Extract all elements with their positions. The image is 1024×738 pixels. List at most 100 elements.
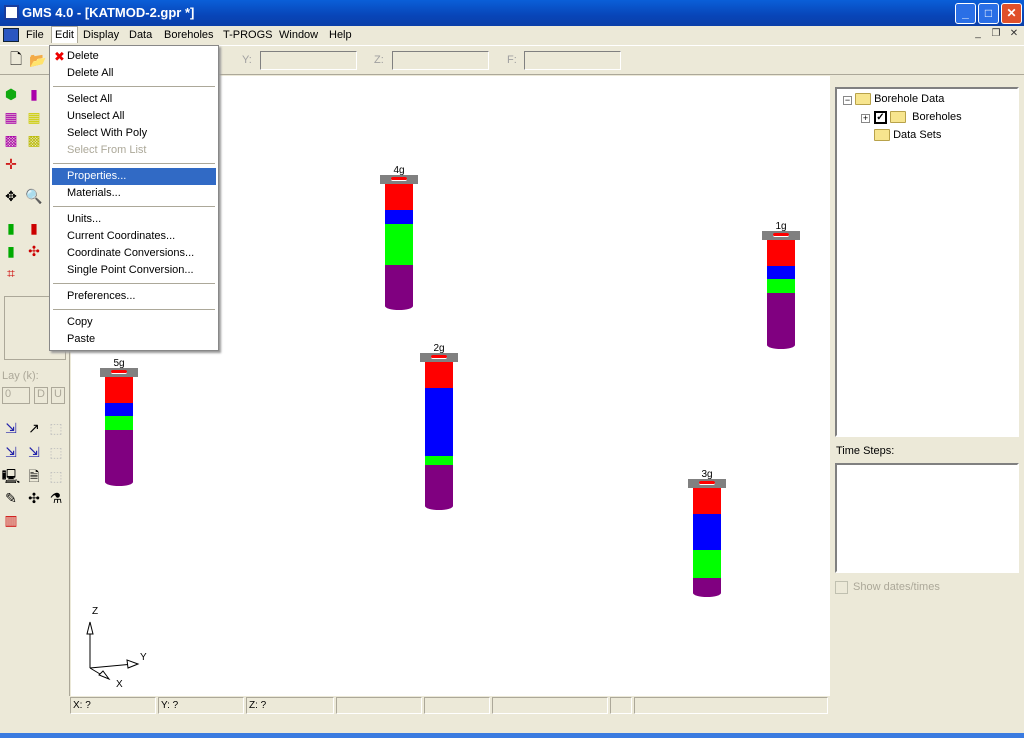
menu-item-copy[interactable]: Copy [52, 314, 216, 331]
borehole-cap [688, 479, 726, 488]
boreholes-checkbox[interactable]: ✓ [874, 111, 887, 124]
refresh-icon[interactable]: ✎ [1, 488, 21, 508]
x-arrow-icon [98, 670, 111, 681]
borehole-layer-green [425, 456, 453, 465]
mdi-close-button[interactable]: ✕ [1006, 28, 1022, 42]
menu-item-select-from-list: Select From List [52, 142, 216, 159]
mdi-restore-button[interactable]: ❐ [988, 28, 1004, 42]
delete-icon: ✖ [54, 49, 65, 64]
frame-icon[interactable]: ✣ [24, 488, 44, 508]
maximize-button[interactable]: □ [978, 3, 999, 24]
menu-help[interactable]: Help [329, 29, 352, 41]
get-info-icon[interactable]: 🗎 [24, 466, 44, 486]
menu-item-paste[interactable]: Paste [52, 331, 216, 348]
collapse-icon[interactable]: − [843, 96, 852, 105]
view-zy-icon[interactable]: ⇲ [24, 442, 44, 462]
menu-item-preferences[interactable]: Preferences... [52, 288, 216, 305]
folder-icon [855, 93, 871, 106]
menu-data[interactable]: Data [129, 29, 152, 41]
time-steps-label: Time Steps: [836, 445, 895, 457]
plot-wizard-icon[interactable]: ▥ [1, 510, 21, 530]
minimize-button[interactable]: _ [955, 3, 976, 24]
new-file-icon[interactable]: 🗋 [6, 50, 26, 70]
project-explorer-tree: − Borehole Data + ✓ Boreholes Data Sets [835, 87, 1019, 437]
menu-item-label: Paste [67, 333, 96, 345]
tree-label: Data Sets [893, 129, 942, 141]
menu-item-label: Preferences... [67, 290, 136, 302]
menu-separator [53, 309, 215, 310]
layer-down-button[interactable]: D [34, 387, 48, 404]
menu-item-coordinate-conversions[interactable]: Coordinate Conversions... [52, 245, 216, 262]
folder-icon [890, 111, 906, 124]
menu-item-select-all[interactable]: Select All [52, 91, 216, 108]
menu-item-unselect-all[interactable]: Unselect All [52, 108, 216, 125]
menu-item-label: Properties... [67, 170, 127, 182]
borehole-layer-red [693, 488, 721, 514]
menu-window[interactable]: Window [279, 29, 318, 41]
menu-item-properties[interactable]: Properties... [52, 168, 216, 185]
cross-section-icon[interactable]: ⌗ [1, 263, 21, 283]
tin-module-icon[interactable]: ⬢ [1, 84, 21, 104]
close-button[interactable]: ✕ [1001, 3, 1022, 24]
menu-file[interactable]: File [26, 29, 44, 41]
mesh-3d-icon[interactable]: ▩ [24, 130, 44, 150]
menu-boreholes[interactable]: Boreholes [164, 29, 214, 41]
menu-item-units[interactable]: Units... [52, 211, 216, 228]
y-axis-label: Y [140, 652, 147, 663]
expand-icon[interactable]: + [861, 114, 870, 123]
map-north-icon[interactable]: ✛ [1, 154, 21, 174]
tree-item-data-sets[interactable]: Data Sets [874, 129, 942, 142]
y-label: Y: [242, 54, 252, 66]
menu-item-delete-all[interactable]: Delete All [52, 65, 216, 82]
tree-label: Boreholes [912, 111, 962, 123]
scatter-2d-icon[interactable]: ▦ [24, 107, 44, 127]
cross-section-tool-icon[interactable]: ✣ [24, 241, 44, 261]
open-folder-icon[interactable]: 📂 [28, 50, 48, 70]
menu-item-select-with-poly[interactable]: Select With Poly [52, 125, 216, 142]
menu-item-current-coordinates[interactable]: Current Coordinates... [52, 228, 216, 245]
lay-input[interactable]: 0 [2, 387, 30, 404]
pan-icon[interactable]: ✥ [1, 186, 21, 206]
display-options-icon[interactable]: 🖳 [1, 466, 21, 486]
z-input[interactable] [392, 51, 489, 70]
menu-item-materials[interactable]: Materials... [52, 185, 216, 202]
app-icon [4, 5, 19, 20]
mdi-minimize-button[interactable]: _ [970, 28, 986, 42]
borehole-layer-green [767, 279, 795, 293]
time-steps-list[interactable] [835, 463, 1019, 573]
show-dates-checkbox[interactable] [835, 581, 848, 594]
status-field-8 [634, 697, 828, 714]
borehole-layer-purple [425, 465, 453, 510]
document-icon[interactable] [3, 28, 19, 42]
lighting-icon[interactable]: ⚗ [46, 488, 66, 508]
view-yx-icon[interactable]: ⇲ [1, 418, 21, 438]
grid-3d-icon[interactable]: ▩ [1, 130, 21, 150]
grid-2d-icon[interactable]: ▦ [1, 107, 21, 127]
borehole-cap [100, 368, 138, 377]
f-input[interactable] [524, 51, 621, 70]
menu-item-label: Coordinate Conversions... [67, 247, 195, 259]
menu-display[interactable]: Display [83, 29, 119, 41]
menu-item-delete[interactable]: ✖ Delete [52, 48, 216, 65]
menu-edit[interactable]: Edit [51, 26, 78, 43]
menu-item-label: Current Coordinates... [67, 230, 176, 242]
tree-item-boreholes[interactable]: Boreholes [890, 111, 962, 124]
menu-item-single-point-conversion[interactable]: Single Point Conversion... [52, 262, 216, 279]
lay-label: Lay (k): [2, 370, 39, 382]
menu-tprogs[interactable]: T-PROGS [223, 29, 273, 41]
borehole-module-icon[interactable]: ▮ [24, 84, 44, 104]
select-contact-icon[interactable]: ▮ [24, 218, 44, 238]
view-zx-icon[interactable]: ⇲ [1, 442, 21, 462]
tree-item-borehole-data[interactable]: Borehole Data [855, 93, 944, 106]
status-y: Y: ? [158, 697, 244, 714]
status-field-5 [424, 697, 490, 714]
menu-separator [53, 206, 215, 207]
status-field-6 [492, 697, 608, 714]
zoom-icon[interactable]: 🔍 [24, 186, 44, 206]
menu-item-label: Materials... [67, 187, 121, 199]
select-borehole-icon[interactable]: ▮ [1, 218, 21, 238]
layer-up-button[interactable]: U [51, 387, 65, 404]
create-borehole-icon[interactable]: ▮ [1, 241, 21, 261]
y-input[interactable] [260, 51, 357, 70]
oblique-view-icon[interactable]: ↗ [24, 418, 44, 438]
